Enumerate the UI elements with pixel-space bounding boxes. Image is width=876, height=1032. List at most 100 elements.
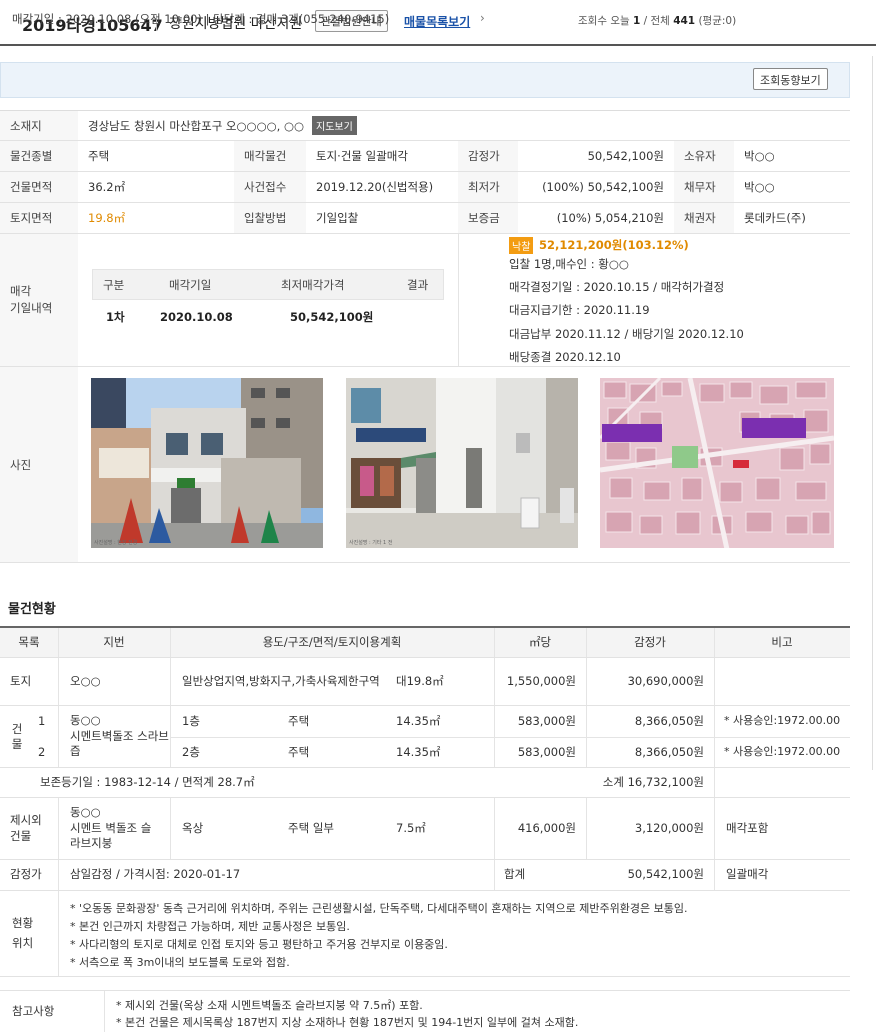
photo-2[interactable]: 사진설명 : 기타 1 전 (346, 378, 578, 548)
photo-3-map[interactable] (600, 378, 834, 548)
history-table-header: 구분 매각기일 최저매각가격 결과 (92, 269, 444, 300)
land-area-value: 19.8㎡ (88, 211, 126, 225)
building-row-1: 1 1층 주택 14.35㎡ 583,000원 8,366,050원 * 사용승… (38, 706, 850, 737)
building-area-value: 36.2㎡ (88, 180, 126, 194)
history-min-price: 50,542,100원 (290, 310, 374, 324)
land-area-label: 토지면적 (0, 203, 78, 233)
excluded-floor: 옥상 (182, 820, 204, 835)
creditor-value: 롯데카드(주) (744, 211, 806, 225)
col-usage: 용도/구조/면적/토지이용계획 (262, 634, 402, 649)
section-title: 물건현황 (8, 602, 56, 617)
creditor-label: 채권자 (674, 203, 734, 233)
history-date: 2020.10.08 (160, 310, 233, 324)
appraisal-summary-row: 감정가 삼일감정 / 가격시점: 2020-01-17 합계 50,542,10… (0, 860, 850, 891)
property-row-3: 토지면적 19.8㎡ 입찰방법 기일입찰 보증금 (10%) 5,054,210… (0, 203, 850, 234)
min-price-label: 최저가 (458, 172, 518, 202)
building-row-2-appraisal: 8,366,050원 (634, 744, 704, 759)
excluded-area: 7.5㎡ (396, 820, 426, 835)
reference-note-1: * 제시외 건물(옥상 소재 시멘트벽돌조 슬라브지붕 약 7.5㎡) 포함. (116, 999, 423, 1012)
views-total: 441 (673, 15, 696, 27)
views-prefix: 조회수 오늘 (578, 15, 630, 27)
location-value: 경상남도 창원시 마산합포구 오○○○○, ○○ (88, 118, 305, 133)
history-col-result: 결과 (407, 277, 429, 292)
col-divider (714, 768, 715, 797)
land-area: 대19.8㎡ (396, 673, 444, 688)
history-round: 1차 (106, 310, 125, 324)
deposit-value: (10%) 5,054,210원 (556, 211, 664, 225)
type-value: 주택 (88, 149, 110, 163)
land-usage: 일반상업지역,방화지구,가축사육제한구역 (182, 673, 380, 688)
building-row-2-area: 14.35㎡ (396, 744, 441, 759)
sale-object-value: 토지·건물 일괄매각 (316, 149, 408, 163)
map-view-button[interactable]: 지도보기 (312, 116, 357, 135)
debtor-value: 박○○ (744, 180, 775, 194)
appraisal-total-note: 일괄매각 (726, 867, 769, 882)
col-divider (714, 860, 715, 890)
building-row-1-no: 1 (38, 713, 46, 728)
appraisal-summary-text: 삼일감정 / 가격시점: 2020-01-17 (70, 867, 241, 882)
col-divider (170, 798, 171, 859)
col-divider (58, 798, 59, 859)
building-label: 건물 (11, 721, 23, 751)
views-mid: / 전체 (643, 15, 670, 27)
appraisal-summary-label: 감정가 (10, 867, 42, 882)
location-cell: 경상남도 창원시 마산합포구 오○○○○, ○○ 지도보기 (78, 111, 850, 140)
result-line-payment-deadline: 대금지급기한 : 2020.11.19 (509, 303, 650, 317)
property-list-link[interactable]: 매물목록보기 (404, 13, 470, 30)
building-row-2-use: 주택 (288, 744, 310, 759)
excluded-note: 매각포함 (726, 820, 769, 835)
building-row-2-unit-price: 583,000원 (517, 744, 576, 759)
sold-badge: 낙찰 (509, 237, 534, 254)
col-divider (58, 891, 59, 976)
col-note: 비고 (771, 634, 793, 649)
building-row-2-floor: 2층 (182, 744, 200, 759)
owner-label: 소유자 (674, 141, 734, 171)
scrollbar-track (872, 56, 873, 770)
winning-bid: 52,121,200원(103.12%) (539, 238, 689, 252)
appraisal-total-label: 합계 (504, 867, 526, 882)
building-row-2: 2 2층 주택 14.35㎡ 583,000원 8,366,050원 * 사용승… (38, 737, 850, 768)
building-area-label: 건물면적 (0, 172, 78, 202)
col-divider (170, 658, 171, 705)
excluded-appraisal: 3,120,000원 (634, 820, 704, 835)
col-appraisal: 감정가 (634, 634, 666, 649)
history-col-round: 구분 (103, 277, 125, 292)
building-row-1-use: 주택 (288, 713, 310, 728)
property-row-1: 물건종별 주택 매각물건 토지·건물 일괄매각 감정가 50,542,100원 … (0, 141, 850, 172)
view-count: 조회수 오늘 1 / 전체 441 (평균:0) (578, 13, 736, 28)
result-line-decision: 매각결정기일 : 2020.10.15 / 매각허가결정 (509, 280, 725, 294)
photo-1[interactable]: 사진설명 : 현장 전경 (91, 378, 323, 548)
excluded-label: 제시외 건물 (10, 812, 42, 843)
owner-value: 박○○ (744, 149, 775, 163)
history-col-date: 매각기일 (169, 277, 212, 292)
history-table-row: 1차 2020.10.08 50,542,100원 (92, 300, 444, 334)
land-lot: 오○○ (70, 673, 101, 688)
appraisal-label: 감정가 (458, 141, 518, 171)
photos-label: 사진 (0, 367, 78, 562)
building-row-1-unit-price: 583,000원 (517, 713, 576, 728)
property-row-2: 건물면적 36.2㎡ 사건접수 2019.12.20(신법적용) 최저가 (10… (0, 172, 850, 203)
location-note-4: * 서측으로 폭 3m이내의 보도블록 도로와 접함. (70, 956, 290, 969)
debtor-label: 채무자 (674, 172, 734, 202)
reference-label: 참고사항 (12, 1003, 55, 1018)
status-table-header: 목록 지번 용도/구조/면적/토지이용계획 ㎡당 감정가 비고 (0, 626, 850, 658)
land-label: 토지 (10, 673, 32, 688)
sale-info-bar (0, 62, 850, 98)
col-divider (494, 860, 495, 890)
case-received-value: 2019.12.20(신법적용) (316, 180, 434, 194)
building-row-1-note: * 사용승인:1972.00.00 (724, 714, 841, 728)
view-trend-button[interactable]: 조회동향보기 (753, 68, 828, 90)
photo-1-caption: 사진설명 : 현장 전경 (94, 540, 138, 546)
col-lot: 지번 (103, 634, 125, 649)
land-unit-price: 1,550,000원 (506, 673, 576, 688)
sale-history-label: 매각 기일내역 (0, 234, 78, 366)
excluded-building-row: 제시외 건물 동○○ 시멘트 벽돌조 슬 라브지붕 옥상 주택 일부 7.5㎡ … (0, 798, 850, 860)
col-divider (104, 991, 105, 1032)
col-divider (58, 658, 59, 705)
location-note-2: * 본건 인근까지 차량접근 가능하며, 제반 교통사정은 보통임. (70, 920, 350, 933)
col-divider (58, 860, 59, 890)
result-line-bidders: 입찰 1명,매수인 : 황○○ (509, 257, 629, 271)
building-row-1-floor: 1층 (182, 713, 200, 728)
location-row: 소재지 경상남도 창원시 마산합포구 오○○○○, ○○ 지도보기 (0, 110, 850, 141)
col-divider (714, 798, 715, 859)
